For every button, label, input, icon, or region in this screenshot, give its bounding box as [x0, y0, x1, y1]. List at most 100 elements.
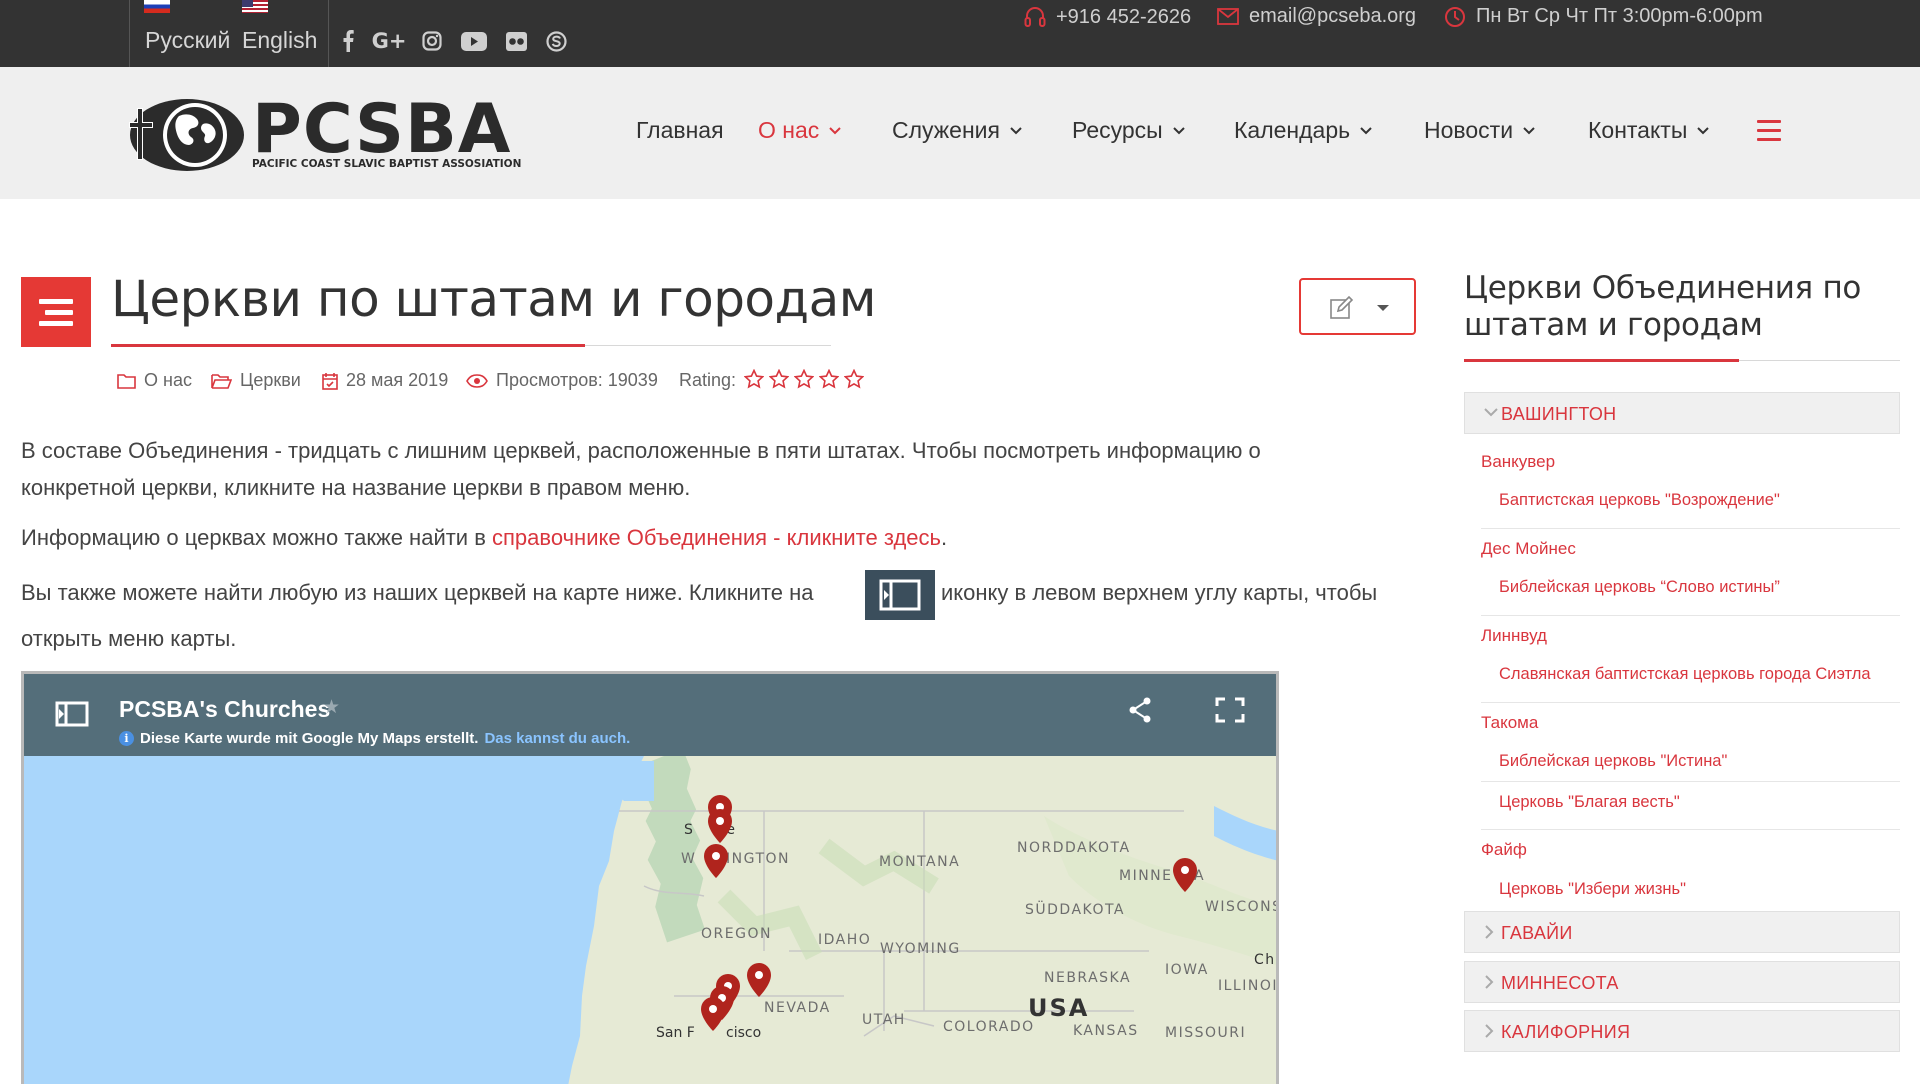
- map-notice-text: Diese Karte wurde mit Google My Maps ers…: [140, 730, 479, 747]
- meta-category[interactable]: О нас: [117, 370, 192, 391]
- logo-subtitle: PACIFIC COAST SLAVIC BAPTIST ASSOSIATION: [252, 158, 522, 170]
- map-hint-text-after: иконку в левом верхнем углу карты, чтобы: [941, 580, 1378, 605]
- language-english-link[interactable]: English: [242, 27, 317, 54]
- headset-icon: [1024, 7, 1046, 27]
- state-washington-label: ВАШИНГТОН: [1501, 404, 1617, 424]
- directory-link[interactable]: справочнике Объединения - кликните здесь: [492, 525, 941, 550]
- nav-about-label: О нас: [758, 117, 820, 143]
- article-edit-dropdown[interactable]: [1299, 278, 1416, 335]
- nav-home-label: Главная: [636, 117, 724, 143]
- info-icon: i: [119, 731, 134, 746]
- nav-contacts-label: Контакты: [1588, 117, 1688, 143]
- map-marker-icon[interactable]: [704, 844, 728, 878]
- nav-contacts[interactable]: Контакты: [1588, 117, 1710, 144]
- chevron-right-icon: [1485, 975, 1494, 989]
- map-canvas[interactable]: S le W HINGTON MONTANA NORDDAKOTA MINNE …: [24, 756, 1276, 1084]
- map-marker-icon[interactable]: [708, 809, 732, 843]
- map-marker-icon[interactable]: [701, 997, 725, 1031]
- map-notice: i Diese Karte wurde mit Google My Maps e…: [119, 730, 630, 747]
- google-plus-icon[interactable]: G+: [372, 28, 407, 54]
- skype-icon[interactable]: [544, 28, 568, 54]
- meta-rating: Rating:: [679, 370, 736, 391]
- star-icon[interactable]: ★: [323, 696, 340, 719]
- rating-label: Rating:: [679, 370, 737, 390]
- sidebar-title-line-2: штатам и городам: [1464, 307, 1763, 343]
- share-icon[interactable]: [1128, 697, 1152, 723]
- embedded-google-map[interactable]: PCSBA's Churches ★ i Diese Karte wurde m…: [21, 671, 1279, 1084]
- state-minnesota-label: МИННЕСОТА: [1501, 973, 1619, 993]
- fullscreen-icon[interactable]: [1215, 697, 1245, 723]
- state-minnesota-header[interactable]: МИННЕСОТА: [1464, 961, 1900, 1003]
- star-icon[interactable]: [844, 369, 864, 389]
- hours-text: Пн Вт Ср Чт Пт 3:00pm-6:00pm: [1476, 5, 1763, 27]
- list-separator: [1481, 781, 1900, 782]
- top-bar: Русский English G+ +916 452-2626 email@p…: [0, 0, 1920, 67]
- nav-calendar[interactable]: Календарь: [1234, 117, 1372, 144]
- nav-news[interactable]: Новости: [1424, 117, 1535, 144]
- city-fife[interactable]: Файф: [1481, 840, 1527, 860]
- directory-paragraph: Информацию о церквах можно также найти в…: [21, 519, 947, 556]
- directory-text: Информацию о церквах можно также найти в: [21, 525, 493, 550]
- state-hawaii-header[interactable]: ГАВАЙИ: [1464, 911, 1900, 953]
- nav-news-label: Новости: [1424, 117, 1514, 143]
- envelope-icon: [1217, 8, 1239, 25]
- map-legend-toggle-icon[interactable]: [55, 701, 89, 727]
- folder-open-icon: [211, 373, 232, 389]
- language-russian-link[interactable]: Русский: [145, 27, 230, 54]
- instagram-icon[interactable]: [420, 28, 444, 54]
- map-marker-icon[interactable]: [1173, 858, 1197, 892]
- city-vancouver[interactable]: Ванкувер: [1481, 452, 1555, 472]
- church-izberi-zhizn[interactable]: Церковь "Избери жизнь": [1499, 880, 1686, 899]
- article-title: Церкви по штатам и городам: [111, 270, 876, 328]
- map-notice-link[interactable]: Das kannst du auch.: [484, 730, 630, 747]
- hamburger-menu-icon[interactable]: [1757, 120, 1781, 142]
- intro-paragraph-line-2: конкретной церкви, кликните на название …: [21, 475, 691, 500]
- chevron-down-icon: [829, 126, 841, 134]
- church-vozrozhdenie[interactable]: Баптистская церковь "Возрождение": [1499, 491, 1780, 510]
- nav-about[interactable]: О нас: [758, 117, 841, 144]
- state-california-label: КАЛИФОРНИЯ: [1501, 1022, 1631, 1042]
- facebook-icon[interactable]: [340, 28, 356, 54]
- rating-stars: [744, 369, 864, 389]
- state-washington-header[interactable]: ВАШИНГТОН: [1464, 392, 1900, 434]
- site-logo[interactable]: PCSBA PACIFIC COAST SLAVIC BAPTIST ASSOS…: [127, 94, 521, 178]
- nav-resources[interactable]: Ресурсы: [1072, 117, 1185, 144]
- church-slovo-istiny[interactable]: Библейская церковь “Слово истины”: [1499, 578, 1780, 597]
- church-istina[interactable]: Библейская церковь "Истина": [1499, 752, 1727, 771]
- nav-ministries-label: Служения: [892, 117, 1000, 143]
- city-lynnwood[interactable]: Линнвуд: [1481, 626, 1547, 646]
- meta-date-label: 28 мая 2019: [346, 370, 449, 390]
- star-icon[interactable]: [819, 369, 839, 389]
- youtube-icon[interactable]: [460, 28, 488, 54]
- church-blagaya-vest[interactable]: Церковь "Благая весть": [1499, 793, 1680, 812]
- state-california-header[interactable]: КАЛИФОРНИЯ: [1464, 1010, 1900, 1052]
- globe-cross-icon: [129, 99, 244, 171]
- chevron-right-icon: [1485, 925, 1494, 939]
- star-icon[interactable]: [744, 369, 764, 389]
- nav-home[interactable]: Главная: [636, 117, 724, 144]
- chevron-right-icon: [1485, 1024, 1494, 1038]
- email-contact[interactable]: email@pcseba.org: [1217, 5, 1416, 28]
- city-tacoma[interactable]: Такома: [1481, 713, 1538, 733]
- star-icon[interactable]: [769, 369, 789, 389]
- meta-subcategory[interactable]: Церкви: [211, 370, 301, 391]
- directory-period: .: [941, 525, 948, 550]
- email-address: email@pcseba.org: [1249, 5, 1417, 27]
- map-marker-icon[interactable]: [747, 963, 771, 997]
- city-des-moines[interactable]: Дес Мойнес: [1481, 539, 1576, 559]
- nav-ministries[interactable]: Служения: [892, 117, 1022, 144]
- logo-title: PCSBA: [252, 90, 512, 169]
- church-seattle-slavic[interactable]: Славянская баптистская церковь города Си…: [1499, 665, 1871, 684]
- language-switcher: Русский English: [129, 0, 329, 67]
- star-icon[interactable]: [794, 369, 814, 389]
- intro-paragraph-line-1: В составе Объединения - тридцать с лишни…: [21, 438, 1261, 463]
- flag-ru-icon[interactable]: [144, 0, 170, 13]
- edit-icon: [1330, 296, 1354, 319]
- folder-icon: [117, 373, 136, 389]
- office-hours: Пн Вт Ср Чт Пт 3:00pm-6:00pm: [1444, 5, 1763, 28]
- map-markers: [701, 795, 1197, 1031]
- phone-contact[interactable]: +916 452-2626: [1024, 5, 1191, 29]
- flickr-icon[interactable]: [504, 28, 528, 54]
- nav-calendar-label: Календарь: [1234, 117, 1351, 143]
- flag-us-icon[interactable]: [242, 0, 268, 13]
